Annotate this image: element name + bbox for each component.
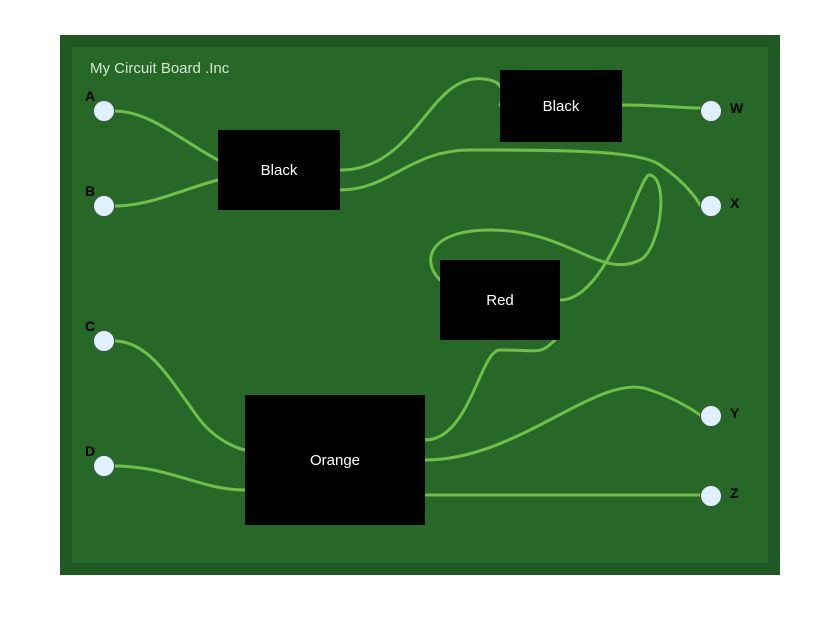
pin-label-d: D: [85, 443, 95, 459]
pin-label-w: W: [730, 100, 743, 116]
chip-black-1: Black: [218, 130, 340, 210]
pin-w: [700, 100, 722, 122]
pin-label-c: C: [85, 318, 95, 334]
pin-label-a: A: [85, 88, 95, 104]
pin-d: [93, 455, 115, 477]
pin-label-y: Y: [730, 405, 739, 421]
pin-label-x: X: [730, 195, 739, 211]
board-title: My Circuit Board .Inc: [90, 60, 229, 77]
pin-c: [93, 330, 115, 352]
pin-b: [93, 195, 115, 217]
chip-red: Red: [440, 260, 560, 340]
chip-orange: Orange: [245, 395, 425, 525]
pin-y: [700, 405, 722, 427]
pin-z: [700, 485, 722, 507]
pin-a: [93, 100, 115, 122]
pin-label-z: Z: [730, 485, 739, 501]
pin-label-b: B: [85, 183, 95, 199]
chip-black-2: Black: [500, 70, 622, 142]
pin-x: [700, 195, 722, 217]
